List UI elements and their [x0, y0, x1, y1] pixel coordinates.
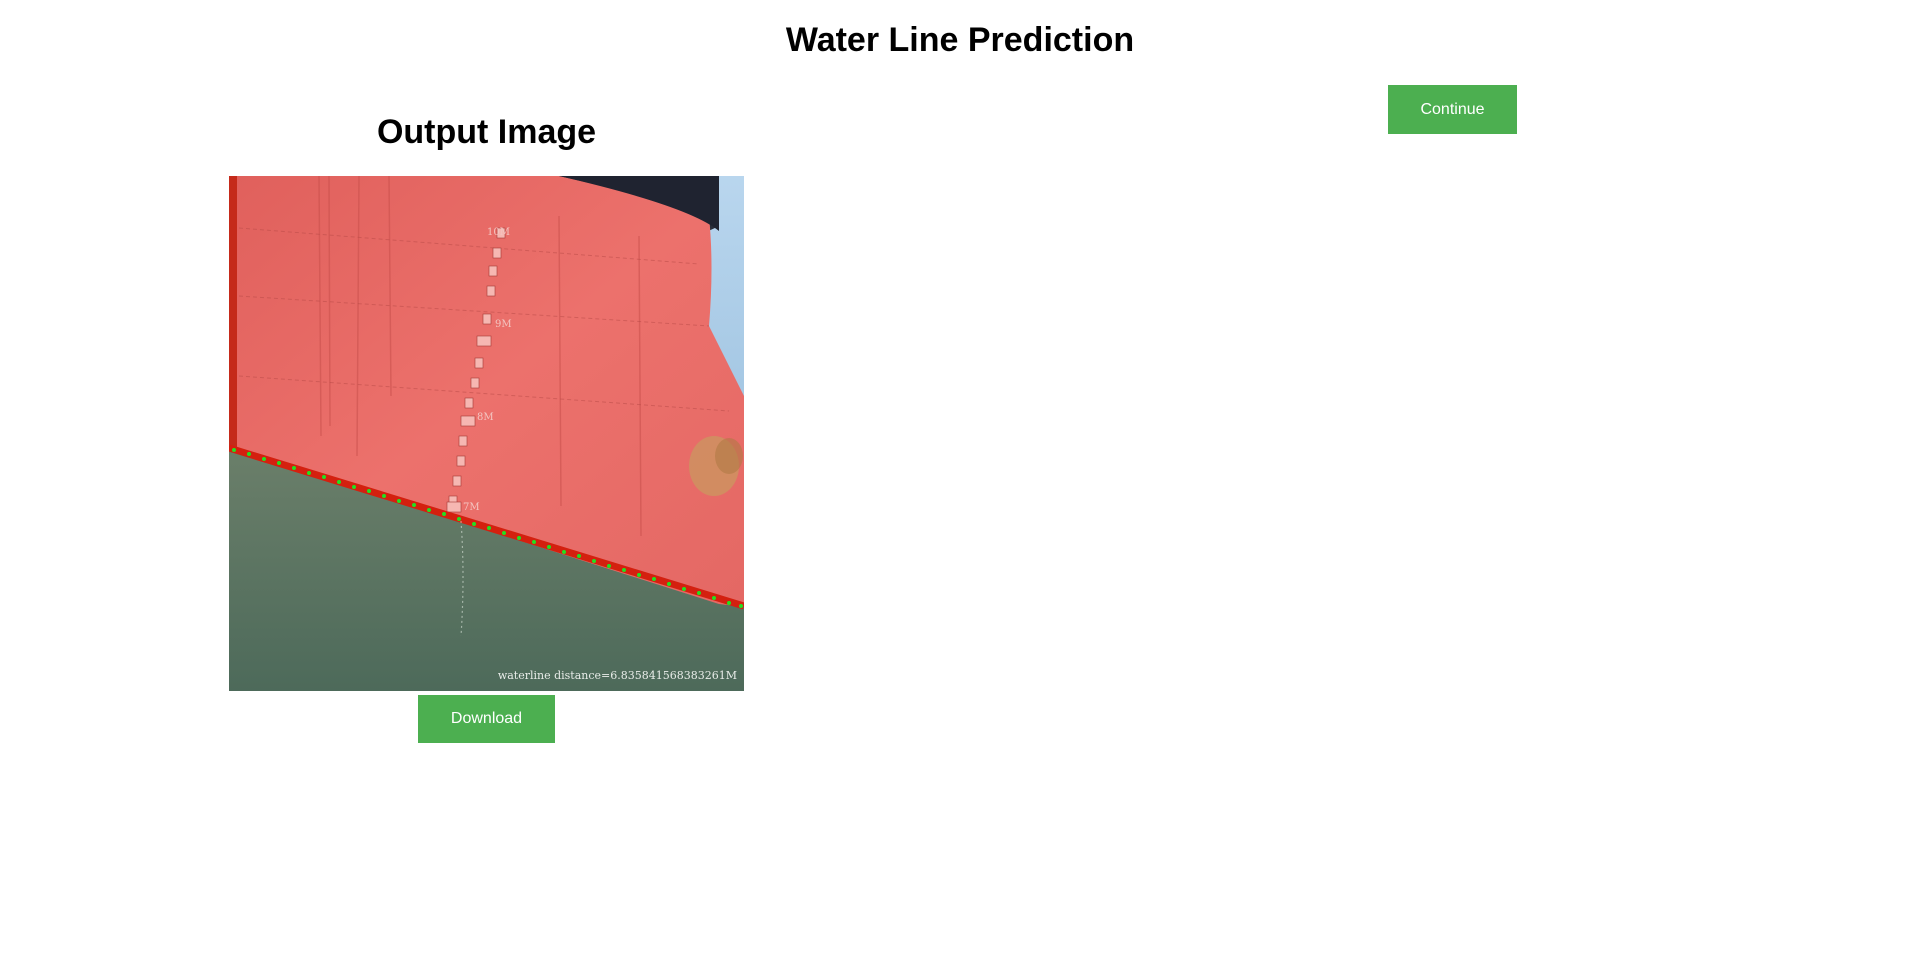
page-title: Water Line Prediction — [785, 21, 1135, 59]
draft-mark-7m: 7M — [463, 502, 480, 513]
waterline-distance-label: waterline distance=6.835841568383261M — [498, 669, 737, 682]
download-button[interactable]: Download — [418, 695, 555, 743]
output-image-heading: Output Image — [376, 113, 597, 151]
draft-mark-10m: 10M — [487, 227, 510, 238]
continue-button[interactable]: Continue — [1388, 85, 1517, 134]
output-image: 10M 9M 8M 7M waterline distance=6.835841… — [229, 176, 744, 691]
draft-mark-8m: 8M — [477, 412, 494, 423]
ship-hull-waterline-image: 10M 9M 8M 7M waterline distance=6.835841… — [229, 176, 744, 691]
draft-mark-9m: 9M — [495, 319, 512, 330]
